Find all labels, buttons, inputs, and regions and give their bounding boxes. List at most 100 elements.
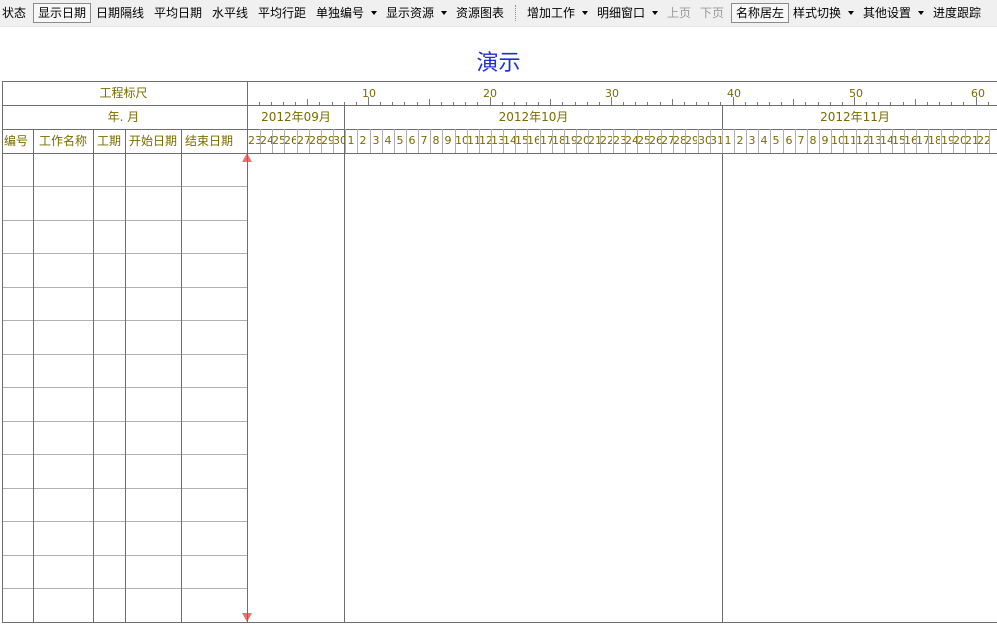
ruler-tick — [842, 102, 843, 105]
ruler-tick — [805, 102, 806, 105]
col-header-id[interactable]: 编号 — [4, 134, 28, 148]
day-cell: 6 — [785, 134, 793, 147]
ruler-tick — [635, 102, 636, 105]
ruler-tick — [696, 102, 697, 105]
day-cell: 7 — [420, 134, 428, 147]
day-cell: 25 — [637, 134, 649, 147]
day-cell: 26 — [649, 134, 661, 147]
ruler-tick — [368, 97, 369, 105]
day-cell: 25 — [272, 134, 284, 147]
day-cell: 18 — [928, 134, 940, 147]
ruler-tick — [623, 102, 624, 105]
ruler-tick — [332, 102, 333, 105]
day-cell: 17 — [916, 134, 928, 147]
day-cell: 8 — [432, 134, 440, 147]
grid-line — [2, 105, 997, 106]
day-cell: 3 — [748, 134, 756, 147]
ruler-tick — [441, 102, 442, 105]
day-cell: 15 — [515, 134, 527, 147]
ruler-number: 50 — [849, 87, 863, 100]
ruler-tick — [793, 99, 794, 105]
ruler-number: 40 — [727, 87, 741, 100]
ruler-tick — [344, 102, 345, 105]
grid-line — [2, 81, 3, 622]
day-cell: 27 — [297, 134, 309, 147]
ruler-tick — [417, 102, 418, 105]
month-label: 2012年10月 — [498, 110, 569, 124]
day-cell: 14 — [503, 134, 515, 147]
day-cell: 5 — [396, 134, 404, 147]
day-cell: 26 — [284, 134, 296, 147]
col-header-end[interactable]: 结束日期 — [185, 134, 233, 148]
column-line — [33, 129, 34, 622]
day-cell: 8 — [809, 134, 817, 147]
ruler-tick — [830, 102, 831, 105]
ruler-tick — [988, 102, 989, 105]
ruler-tick — [295, 102, 296, 105]
day-cell: 23 — [248, 134, 260, 147]
ruler-tick — [781, 102, 782, 105]
day-cell: 22 — [977, 134, 989, 147]
day-cell: 10 — [831, 134, 843, 147]
day-cell: 30 — [333, 134, 345, 147]
year-month-label: 年. 月 — [107, 110, 140, 124]
ruler-tick — [502, 102, 503, 105]
grid-line — [2, 622, 997, 623]
day-cell: 24 — [260, 134, 272, 147]
day-cell: 9 — [821, 134, 829, 147]
ruler-tick — [538, 102, 539, 105]
ruler-number: 60 — [971, 87, 985, 100]
day-cell: 6 — [408, 134, 416, 147]
ruler-tick — [976, 97, 977, 105]
ruler-tick — [429, 99, 430, 105]
day-cell: 22 — [600, 134, 612, 147]
day-cell: 17 — [540, 134, 552, 147]
ruler-tick — [684, 102, 685, 105]
ruler-tick — [733, 97, 734, 105]
ruler-tick — [356, 102, 357, 105]
col-header-duration[interactable]: 工期 — [97, 134, 121, 148]
ruler-tick — [963, 102, 964, 105]
month-label: 2012年09月 — [261, 110, 331, 124]
day-cell: 13 — [868, 134, 880, 147]
day-divider — [989, 129, 990, 153]
month-divider — [722, 105, 723, 622]
ruler-tick — [890, 102, 891, 105]
ruler-tick — [392, 102, 393, 105]
ruler-tick — [757, 102, 758, 105]
grid-line — [247, 81, 248, 622]
ruler-tick — [769, 102, 770, 105]
ruler-tick — [453, 102, 454, 105]
day-cell: 28 — [309, 134, 321, 147]
day-cell: 5 — [772, 134, 780, 147]
ruler-tick — [465, 102, 466, 105]
ruler-tick — [259, 102, 260, 105]
day-cell: 18 — [552, 134, 564, 147]
ruler-tick — [939, 102, 940, 105]
ruler-tick — [587, 102, 588, 105]
ruler-tick — [745, 102, 746, 105]
day-cell: 31 — [710, 134, 722, 147]
day-cell: 29 — [685, 134, 697, 147]
column-line — [181, 129, 182, 622]
month-divider — [344, 105, 345, 622]
grid-line — [2, 129, 997, 130]
column-line — [93, 129, 94, 622]
ruler-number: 10 — [362, 87, 376, 100]
col-header-start[interactable]: 开始日期 — [129, 134, 177, 148]
day-cell: 2 — [359, 134, 367, 147]
ruler-tick — [951, 102, 952, 105]
col-header-name[interactable]: 工作名称 — [39, 134, 87, 148]
grid-line — [2, 81, 997, 82]
day-cell: 21 — [588, 134, 600, 147]
day-cell: 20 — [576, 134, 588, 147]
ruler-tick — [854, 97, 855, 105]
day-cell: 15 — [892, 134, 904, 147]
day-cell: 2 — [736, 134, 744, 147]
day-cell: 4 — [760, 134, 768, 147]
day-cell: 29 — [321, 134, 333, 147]
day-cell: 23 — [613, 134, 625, 147]
ruler-label: 工程标尺 — [99, 86, 148, 100]
ruler-tick — [660, 102, 661, 105]
ruler-tick — [319, 102, 320, 105]
